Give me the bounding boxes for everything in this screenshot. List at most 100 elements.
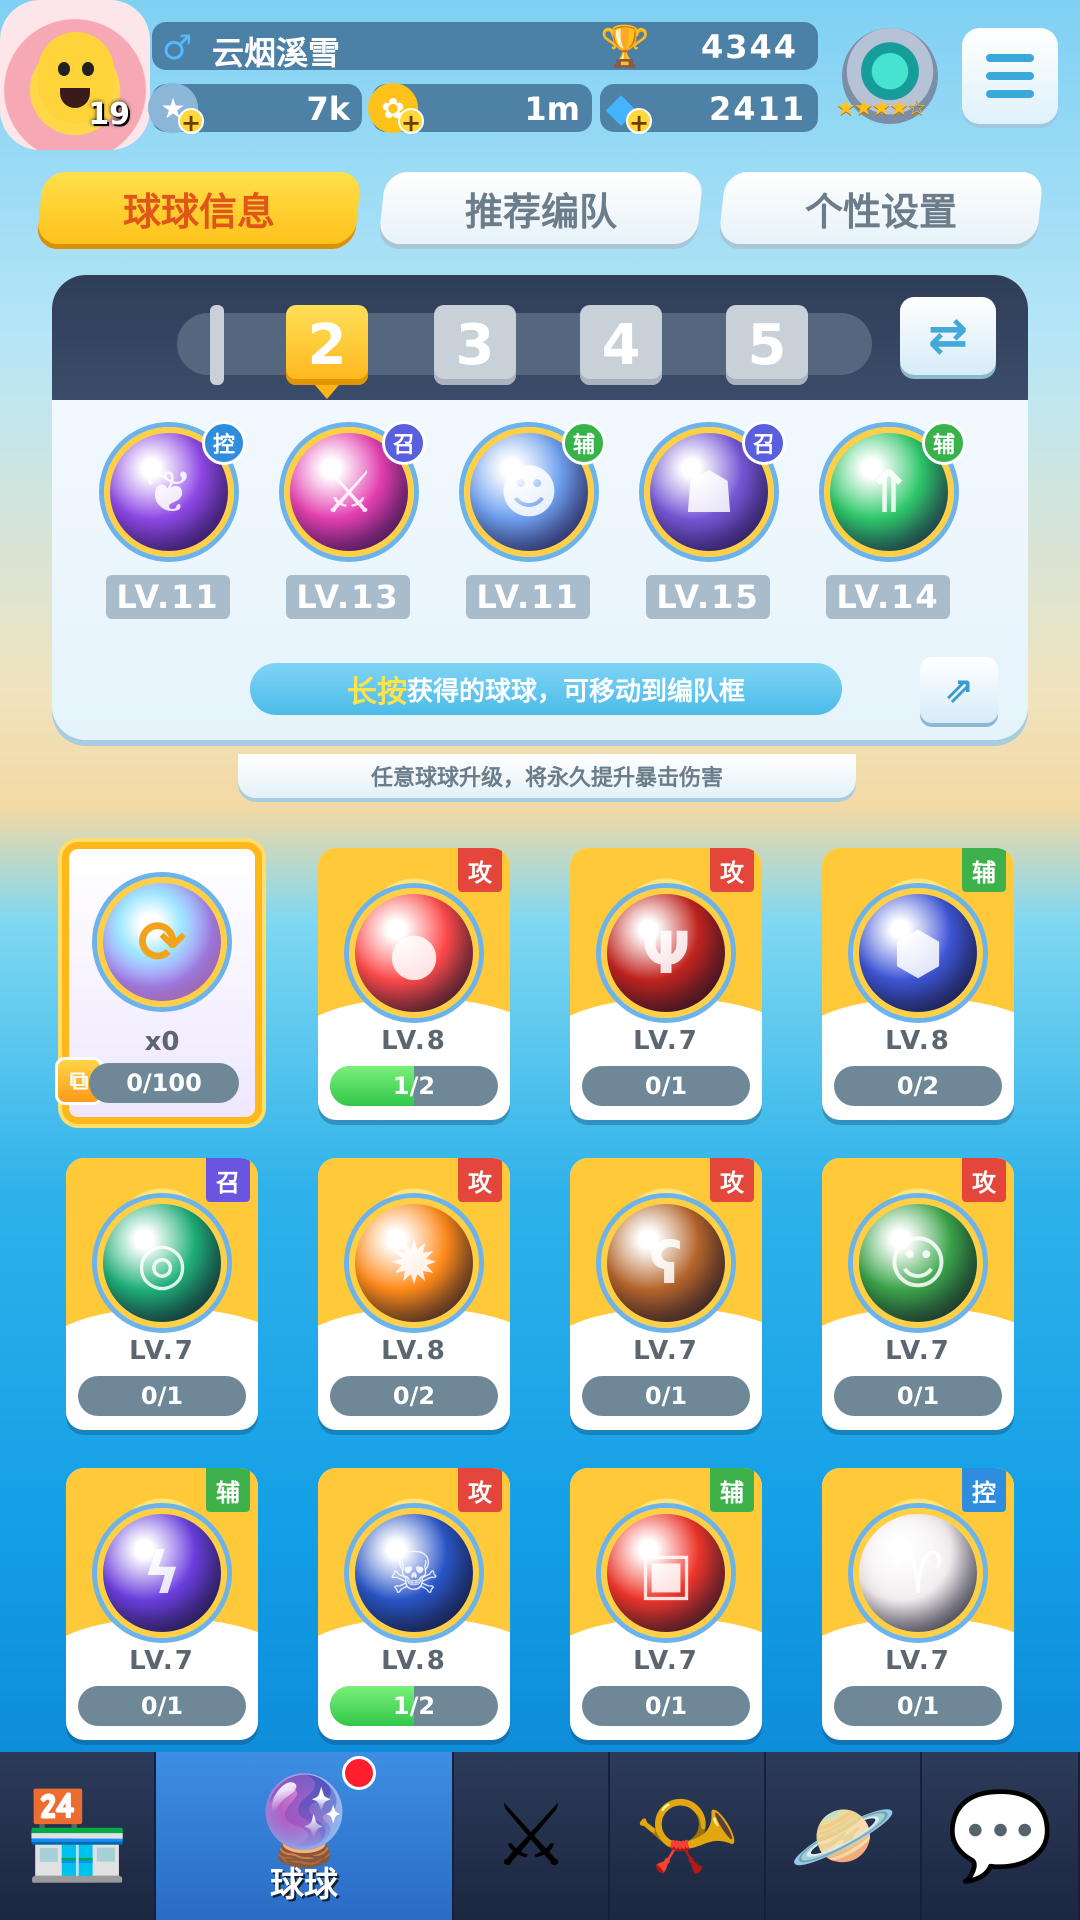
ball-level: LV.7 xyxy=(129,1646,195,1676)
nav-crossed-swords[interactable]: ⚔ xyxy=(454,1752,610,1920)
ball-progress-text: 0/1 xyxy=(140,1382,184,1410)
ball-type-tag: 辅 xyxy=(962,848,1006,892)
ball-type-badge: 召 xyxy=(742,421,786,465)
tab-personal-settings[interactable]: 个性设置 xyxy=(718,172,1044,244)
add-gem-icon[interactable]: + xyxy=(626,108,652,136)
add-star-icon[interactable]: + xyxy=(178,108,204,136)
ball-card[interactable]: ● 攻 LV.8 1/2 xyxy=(318,848,510,1120)
nav-balls[interactable]: 🔮 球球 xyxy=(156,1752,454,1920)
swirl-glyph-icon: ◎ xyxy=(136,1229,188,1297)
ball-progress: 0/1 xyxy=(582,1066,750,1106)
shop-icon: 🏪 xyxy=(23,1786,131,1886)
ball-level: LV.7 xyxy=(633,1646,699,1676)
share-button[interactable]: ⇗ xyxy=(920,657,998,723)
ball-type-tag: 攻 xyxy=(458,1158,502,1202)
star-currency-value: 7k xyxy=(306,90,350,128)
red-envelope-glyph-icon: ▣ xyxy=(638,1539,694,1607)
avatar-eye xyxy=(58,62,70,76)
upgrade-note: 任意球球升级，将永久提升暴击伤害 xyxy=(238,754,856,798)
ball-card[interactable]: ☺ 攻 LV.7 0/1 xyxy=(822,1158,1014,1430)
ball-card[interactable]: ϟ 辅 LV.7 0/1 xyxy=(66,1468,258,1740)
team-slot-4[interactable]: 4 xyxy=(580,305,662,385)
ball-progress: 0/2 xyxy=(834,1066,1002,1106)
team-hint-bar: 长按 获得的球球，可移动到编队框 xyxy=(250,663,842,715)
team-ball-3[interactable]: ☻ 辅 LV.11 xyxy=(454,421,606,619)
coin-value: 1m xyxy=(524,90,580,128)
ball-card[interactable]: ⬢ 辅 LV.8 0/2 xyxy=(822,848,1014,1120)
butterfly-glyph-icon: ❦ xyxy=(144,458,194,526)
nav-label: 球球 xyxy=(270,1865,338,1905)
ball-progress-text: 1/2 xyxy=(392,1692,436,1720)
ball-card[interactable]: ◎ 召 LV.7 0/1 xyxy=(66,1158,258,1430)
tab-label: 球球信息 xyxy=(122,189,275,234)
gem-bar[interactable]: ◆ + 2411 xyxy=(600,84,818,136)
fragment-progress-text: 0/100 xyxy=(126,1069,202,1097)
team-ball-4[interactable]: ☗ 召 LV.15 xyxy=(634,421,786,619)
red-envelope-ball-icon: ▣ xyxy=(601,1508,731,1638)
fragment-card[interactable]: ⟳ x0 0/100 ⧉ xyxy=(55,842,262,1124)
team-slot-3[interactable]: 3 xyxy=(434,305,516,385)
menu-icon-bar xyxy=(986,90,1034,98)
team-slot-2[interactable]: 2 xyxy=(286,305,368,399)
ball-level: LV.7 xyxy=(633,1336,699,1366)
tab-recommended-team[interactable]: 推荐编队 xyxy=(378,172,704,244)
nav-chat[interactable]: 💬 xyxy=(922,1752,1080,1920)
tab-ball-info[interactable]: 球球信息 xyxy=(36,172,362,244)
ball-type-tag: 控 xyxy=(962,1468,1006,1512)
ball-progress-text: 0/2 xyxy=(392,1382,436,1410)
ball-level: LV.15 xyxy=(646,575,770,619)
team-ball-1[interactable]: ❦ 控 LV.11 xyxy=(94,421,246,619)
coin-bar[interactable]: ✿ + 1m xyxy=(368,83,592,136)
ball-card[interactable]: ʕ 攻 LV.7 0/1 xyxy=(570,1158,762,1430)
nav-whistle[interactable]: 📯 xyxy=(610,1752,766,1920)
ball-type-tag: 攻 xyxy=(710,848,754,892)
ball-progress: 0/2 xyxy=(330,1376,498,1416)
ball-card[interactable]: ✹ 攻 LV.8 0/2 xyxy=(318,1158,510,1430)
hexagons-glyph-icon: ⬢ xyxy=(892,919,944,987)
avatar-eye xyxy=(82,62,94,76)
team-panel: 2 3 4 5 ⇄ ❦ 控 LV.11 ⚔ 召 LV.13 ☻ 辅 LV.11 … xyxy=(52,275,1028,740)
team-ball-2[interactable]: ⚔ 召 LV.13 xyxy=(274,421,426,619)
blade-glyph-icon: ⚔ xyxy=(323,458,375,526)
avatar-mouth xyxy=(60,88,90,108)
ball-card[interactable]: ▣ 辅 LV.7 0/1 xyxy=(570,1468,762,1740)
team-slot-5[interactable]: 5 xyxy=(726,305,808,385)
ball-card[interactable]: Ψ 攻 LV.7 0/1 xyxy=(570,848,762,1120)
ball-type-badge: 辅 xyxy=(562,421,606,465)
hint-highlight: 长按 xyxy=(346,675,407,710)
fragment-progress: 0/100 xyxy=(89,1063,239,1103)
ball-level: LV.7 xyxy=(633,1026,699,1056)
trophy-count: 4344 xyxy=(700,28,798,66)
bear-ball-icon: ʕ xyxy=(601,1198,731,1328)
ball-card[interactable]: ♈ 控 LV.7 0/1 xyxy=(822,1468,1014,1740)
trophy-icon: 🏆 xyxy=(600,23,650,70)
team-ball-5[interactable]: ⇑ 辅 LV.14 xyxy=(814,421,966,619)
swap-team-button[interactable]: ⇄ xyxy=(900,297,996,375)
ball-progress-text: 0/1 xyxy=(644,1692,688,1720)
swap-fragment-orb-icon: ⟳ xyxy=(97,877,227,1007)
ball-progress-text: 0/1 xyxy=(896,1382,940,1410)
nav-planet[interactable]: 🪐 xyxy=(766,1752,922,1920)
ball-progress: 0/1 xyxy=(834,1376,1002,1416)
ball-type-tag: 攻 xyxy=(710,1158,754,1202)
ball-card[interactable]: ☠ 攻 LV.8 1/2 xyxy=(318,1468,510,1740)
red-blob-glyph-icon: ● xyxy=(388,919,440,987)
tab-label: 个性设置 xyxy=(804,189,957,234)
menu-button[interactable] xyxy=(962,28,1058,124)
nav-shop[interactable]: 🏪 xyxy=(0,1752,156,1920)
player-avatar[interactable]: 19 xyxy=(0,0,150,150)
add-coin-icon[interactable]: + xyxy=(398,108,424,136)
tab-label: 推荐编队 xyxy=(464,189,617,234)
ghost-glyph-icon: ☗ xyxy=(683,458,735,526)
flame-glyph-icon: ✹ xyxy=(389,1229,439,1297)
ball-progress-text: 0/2 xyxy=(896,1072,940,1100)
ball-level: LV.8 xyxy=(885,1026,951,1056)
ball-progress-text: 0/1 xyxy=(644,1072,688,1100)
man-glyph-icon: ☺ xyxy=(887,1229,949,1297)
star-currency-bar[interactable]: ★ + 7k xyxy=(148,83,362,136)
lightning-glyph-icon: ϟ xyxy=(142,1539,182,1607)
team-slot-1[interactable] xyxy=(210,305,224,385)
ball-type-badge: 辅 xyxy=(922,421,966,465)
ball-level: LV.11 xyxy=(466,575,590,619)
ball-level: LV.7 xyxy=(885,1646,951,1676)
